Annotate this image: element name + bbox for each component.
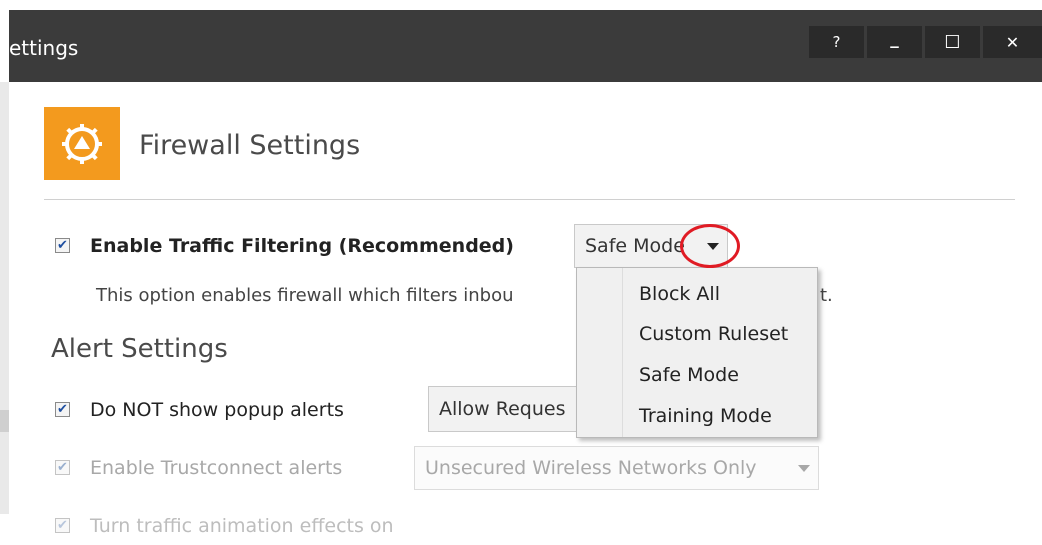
menu-item-block-all[interactable]: Block All — [639, 282, 720, 306]
page-title: Firewall Settings — [139, 130, 361, 161]
help-button[interactable]: ? — [809, 26, 864, 58]
close-icon: ✕ — [1005, 32, 1020, 52]
trustconnect-select[interactable]: Unsecured Wireless Networks Only — [414, 446, 819, 490]
menu-item-training-mode[interactable]: Training Mode — [639, 404, 772, 428]
minimize-button[interactable]: _ — [867, 26, 922, 58]
highlight-circle — [680, 224, 740, 268]
popup-alerts-label: Do NOT show popup alerts — [90, 399, 344, 421]
help-icon: ? — [832, 33, 841, 51]
popup-alerts-value: Allow Reques — [439, 398, 566, 420]
firewall-mode-menu: Block All Custom Ruleset Safe Mode Train… — [576, 267, 818, 438]
trustconnect-value: Unsecured Wireless Networks Only — [425, 457, 757, 479]
alert-settings-heading: Alert Settings — [51, 334, 228, 364]
traffic-filtering-checkbox[interactable]: ✔ — [55, 238, 70, 253]
chevron-down-icon — [798, 465, 810, 472]
divider — [44, 199, 1015, 200]
check-icon: ✔ — [57, 460, 68, 475]
check-icon: ✔ — [57, 238, 68, 253]
close-button[interactable]: ✕ — [983, 26, 1042, 58]
firewall-shield-icon — [44, 107, 120, 180]
popup-alerts-select[interactable]: Allow Reques — [428, 386, 588, 432]
firewall-mode-value: Safe Mode — [585, 235, 685, 257]
animation-label: Turn traffic animation effects on — [90, 515, 394, 537]
animation-checkbox[interactable]: ✔ — [55, 518, 70, 533]
window-titlebar: ettings ? _ ☐ ✕ — [9, 10, 1042, 82]
menu-item-safe-mode[interactable]: Safe Mode — [639, 363, 739, 387]
trustconnect-checkbox[interactable]: ✔ — [55, 460, 70, 475]
trustconnect-label: Enable Trustconnect alerts — [90, 457, 343, 479]
window-title: ettings — [9, 36, 79, 60]
traffic-filtering-description: This option enables firewall which filte… — [96, 285, 514, 306]
traffic-filtering-description-tail: t. — [820, 285, 833, 306]
check-icon: ✔ — [57, 518, 68, 533]
menu-separator — [622, 268, 623, 437]
minimize-icon: _ — [890, 29, 899, 49]
menu-item-custom-ruleset[interactable]: Custom Ruleset — [639, 322, 788, 346]
popup-alerts-checkbox[interactable]: ✔ — [55, 402, 70, 417]
maximize-icon: ☐ — [944, 31, 961, 53]
check-icon: ✔ — [57, 402, 68, 417]
traffic-filtering-label: Enable Traffic Filtering (Recommended) — [90, 235, 514, 257]
sidebar-edge-selected — [0, 410, 9, 432]
sidebar-edge — [0, 82, 9, 514]
maximize-button[interactable]: ☐ — [925, 26, 980, 58]
